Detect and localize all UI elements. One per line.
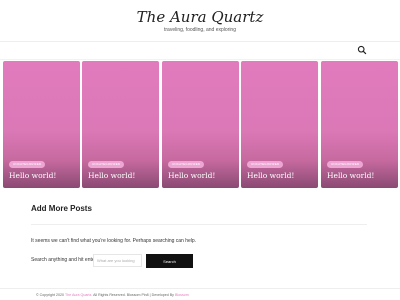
- featured-slider: UNCATEGORIZED Hello world! UNCATEGORIZED…: [0, 61, 400, 188]
- category-badge[interactable]: UNCATEGORIZED: [247, 161, 284, 168]
- post-title[interactable]: Hello world!: [327, 171, 374, 180]
- post-title[interactable]: Hello world!: [247, 171, 294, 180]
- post-title[interactable]: Hello world!: [88, 171, 135, 180]
- search-input[interactable]: [93, 254, 142, 267]
- footer-developer-link[interactable]: Blossom: [175, 293, 189, 297]
- section-title: Add More Posts: [31, 204, 92, 213]
- site-header: The Aura Quartz traveling, foodling, and…: [0, 0, 400, 42]
- footer-divider: [0, 288, 400, 289]
- category-badge[interactable]: UNCATEGORIZED: [88, 161, 125, 168]
- nav-divider: [0, 59, 400, 60]
- search-label: Search anything and hit enter.: [31, 257, 98, 263]
- slide-card[interactable]: UNCATEGORIZED Hello world!: [162, 61, 239, 188]
- section-divider: [31, 224, 367, 225]
- footer-site-link[interactable]: The Aura Quartz: [65, 293, 91, 297]
- post-title[interactable]: Hello world!: [168, 171, 215, 180]
- slide-card[interactable]: UNCATEGORIZED Hello world!: [321, 61, 398, 188]
- category-badge[interactable]: UNCATEGORIZED: [327, 161, 364, 168]
- slide-card[interactable]: UNCATEGORIZED Hello world!: [3, 61, 80, 188]
- site-tagline: traveling, foodling, and exploring: [164, 27, 236, 33]
- category-badge[interactable]: UNCATEGORIZED: [9, 161, 46, 168]
- search-icon[interactable]: [357, 45, 367, 55]
- category-badge[interactable]: UNCATEGORIZED: [168, 161, 205, 168]
- slide-card[interactable]: UNCATEGORIZED Hello world!: [241, 61, 318, 188]
- not-found-message: It seems we can't find what you're looki…: [31, 238, 197, 244]
- site-title[interactable]: The Aura Quartz: [0, 8, 400, 26]
- footer-copyright-text: © Copyright 2020: [36, 293, 65, 297]
- post-title[interactable]: Hello world!: [9, 171, 56, 180]
- footer-copyright: © Copyright 2020 The Aura Quartz. All Ri…: [36, 293, 189, 297]
- footer-rights-text: . All Rights Reserved. Blossom Pin8 | De…: [91, 293, 174, 297]
- search-button[interactable]: Search: [146, 254, 193, 268]
- slide-card[interactable]: UNCATEGORIZED Hello world!: [82, 61, 159, 188]
- header-divider: [0, 41, 400, 42]
